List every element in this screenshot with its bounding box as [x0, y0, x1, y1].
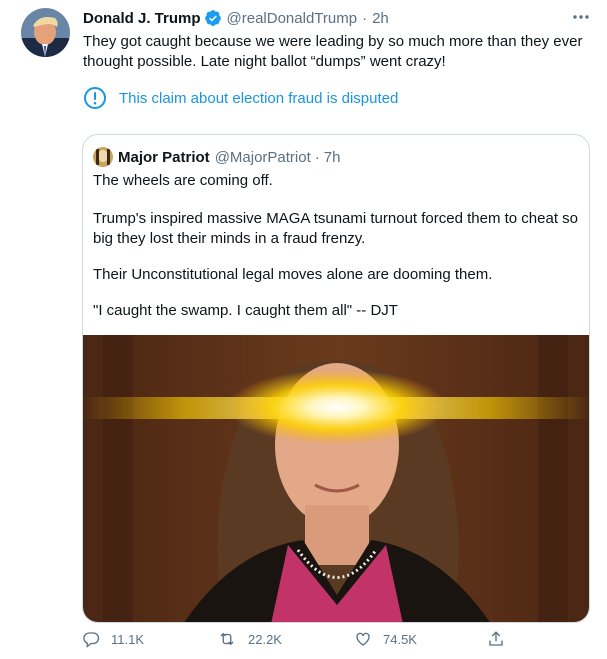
quoted-tweet-timestamp: 7h — [323, 148, 341, 166]
share-button[interactable] — [487, 630, 516, 648]
like-icon — [356, 632, 370, 646]
quoted-text-paragraph: The wheels are coming off. — [93, 172, 273, 189]
like-button[interactable]: 74.5K — [354, 630, 417, 648]
quoted-media-image[interactable] — [83, 335, 589, 622]
quoted-text-paragraph: Trump's inspired massive MAGA tsunami tu… — [93, 210, 579, 247]
quoted-tweet[interactable]: Major Patriot @MajorPatriot · 7h The whe… — [82, 134, 590, 623]
separator: · — [362, 9, 368, 27]
tweet-timestamp[interactable]: 2h — [372, 10, 389, 27]
reply-count: 11.1K — [111, 631, 145, 647]
reply-button[interactable]: 11.1K — [82, 630, 144, 648]
verified-badge-icon — [204, 9, 222, 27]
separator: · — [314, 148, 320, 166]
author-avatar[interactable] — [21, 8, 70, 57]
more-icon[interactable] — [571, 9, 591, 25]
quoted-text-paragraph: "I caught the swamp. I caught them all" … — [93, 302, 398, 319]
retweet-count: 22.2K — [248, 631, 282, 647]
info-circle-icon — [84, 87, 106, 109]
quoted-author-handle: @MajorPatriot — [214, 148, 311, 166]
disputed-claim-label[interactable]: This claim about election fraud is dispu… — [83, 86, 398, 110]
share-icon — [489, 631, 503, 646]
quoted-author-avatar — [93, 147, 113, 167]
tweet-actions: 11.1K 22.2K 74.5K — [82, 630, 512, 654]
quoted-author-name: Major Patriot — [118, 148, 210, 166]
quoted-tweet-header: Major Patriot @MajorPatriot · 7h — [93, 147, 340, 167]
retweet-button[interactable]: 22.2K — [217, 630, 282, 648]
tweet[interactable]: Donald J. Trump @realDonaldTrump · 2h Th… — [0, 0, 607, 659]
tweet-header: Donald J. Trump @realDonaldTrump · 2h — [83, 8, 389, 28]
like-count: 74.5K — [383, 631, 417, 647]
tweet-text: They got caught because we were leading … — [83, 33, 583, 70]
quoted-text-paragraph: Their Unconstitutional legal moves alone… — [93, 266, 493, 283]
retweet-icon — [220, 632, 234, 646]
author-name[interactable]: Donald J. Trump — [83, 10, 201, 27]
disputed-claim-text[interactable]: This claim about election fraud is dispu… — [119, 90, 398, 107]
reply-icon — [83, 632, 100, 648]
author-handle[interactable]: @realDonaldTrump — [227, 10, 358, 27]
